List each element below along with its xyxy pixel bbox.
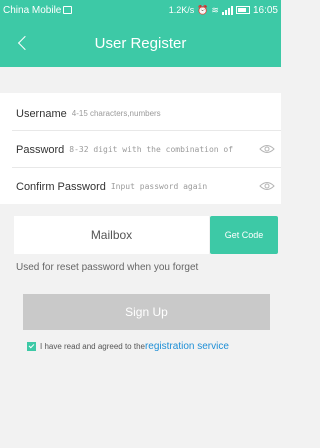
carrier-name: China Mobile [3,4,62,16]
page-title: User Register [94,35,187,52]
sim-icon [63,6,73,14]
confirm-password-label: Confirm Password [16,180,106,193]
signal-icon [221,5,233,15]
carrier-info: China Mobile [3,4,73,16]
mailbox-input[interactable]: Mailbox [14,216,209,254]
password-input[interactable]: 8-32 digit with the combination of [69,145,233,154]
password-label: Password [16,143,65,156]
registration-service-link[interactable]: registration service [145,341,229,352]
eye-icon[interactable] [259,181,275,191]
battery-icon [235,6,250,14]
status-bar: China Mobile 1.2K/s ⏰ ≋ 16:05 [0,0,281,20]
username-field[interactable]: Username 4-15 characters,numbers [0,95,281,132]
username-label: Username [16,107,67,120]
username-input[interactable]: 4-15 characters,numbers [72,109,161,118]
nav-bar: User Register [0,20,281,67]
mailbox-hint: Used for reset password when you forget [16,262,199,273]
register-form: Username 4-15 characters,numbers Passwor… [0,93,281,204]
wifi-icon: ≋ [211,4,219,15]
confirm-password-input[interactable]: Input password again [111,182,207,191]
alarm-icon: ⏰ [197,4,209,15]
get-code-button[interactable]: Get Code [210,216,278,254]
agreement-checkbox[interactable] [27,342,36,351]
eye-icon[interactable] [259,144,275,154]
password-field[interactable]: Password 8-32 digit with the combination… [0,131,281,168]
clock: 16:05 [252,4,278,16]
confirm-password-field[interactable]: Confirm Password Input password again [0,168,281,205]
agreement-text: I have read and agreed to the [40,342,145,351]
sign-up-button[interactable]: Sign Up [23,294,270,330]
status-indicators: 1.2K/s ⏰ ≋ 16:05 [169,5,278,16]
agreement-row: I have read and agreed to the registrati… [27,341,229,352]
network-speed: 1.2K/s [168,5,195,15]
